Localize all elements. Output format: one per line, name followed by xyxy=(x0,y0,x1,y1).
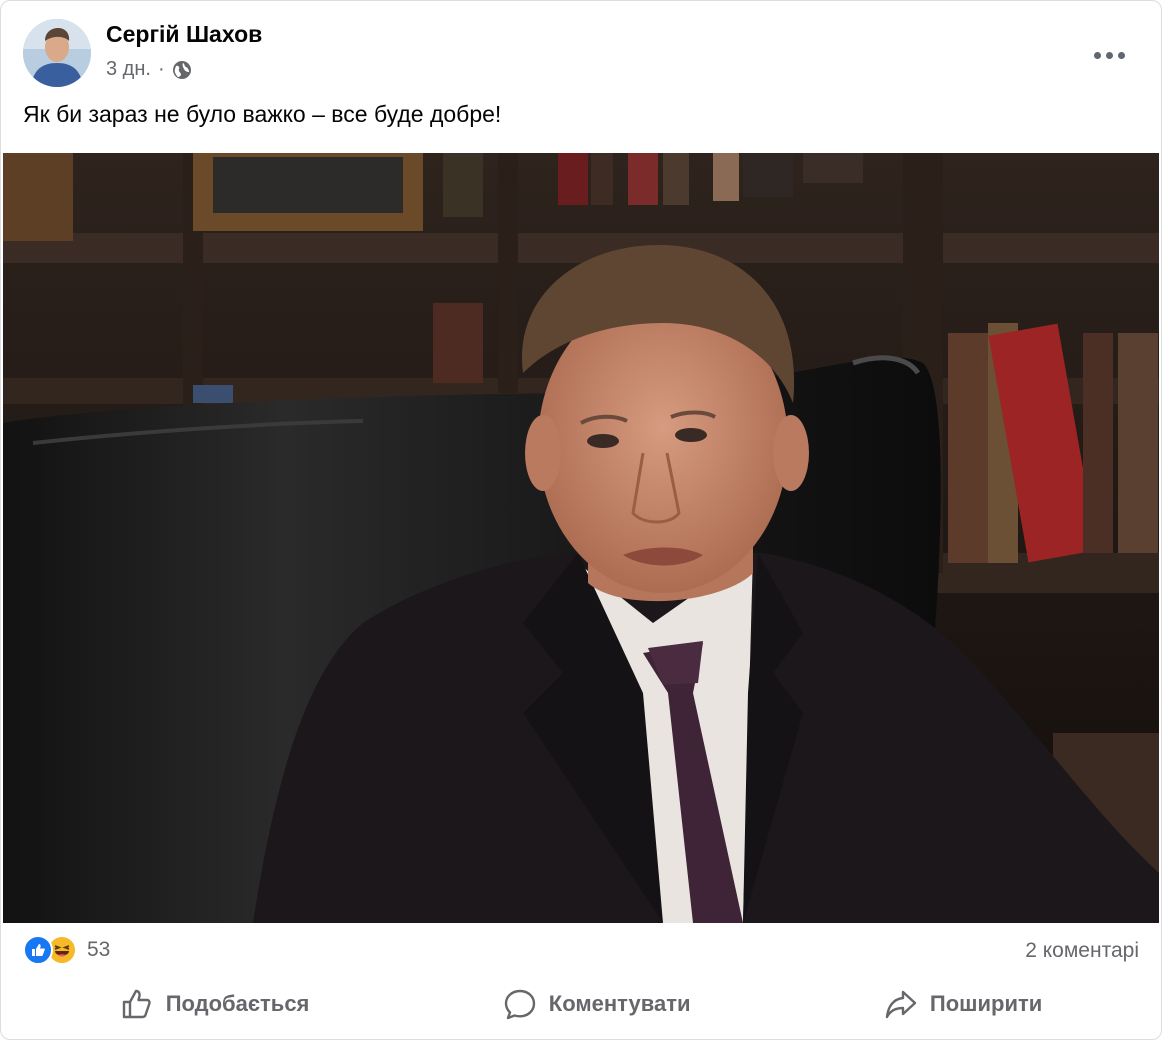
post-header: Сергій Шахов 3 дн. · xyxy=(23,19,1161,91)
share-icon xyxy=(885,990,917,1019)
reaction-count: 53 xyxy=(87,938,111,961)
reactions-summary[interactable]: 53 xyxy=(23,935,110,965)
share-label: Поширити xyxy=(929,991,1043,1016)
globe-icon[interactable] xyxy=(172,60,192,80)
post-time[interactable]: 3 дн. xyxy=(106,58,151,81)
more-dot xyxy=(1117,51,1125,59)
more-dot xyxy=(1093,51,1101,59)
more-options-button[interactable] xyxy=(1089,41,1129,69)
comment-button[interactable]: Коментувати xyxy=(475,979,719,1029)
author-name[interactable]: Сергій Шахов xyxy=(106,21,262,48)
like-button[interactable]: Подобається xyxy=(92,979,338,1029)
post-stats: 53 2 коментарі xyxy=(23,931,1139,971)
comment-label: Коментувати xyxy=(548,991,691,1016)
share-button[interactable]: Поширити xyxy=(856,979,1070,1029)
post-meta: 3 дн. · xyxy=(106,58,192,81)
post-card: Сергій Шахов 3 дн. · Як би зараз не було… xyxy=(0,0,1162,1040)
like-label: Подобається xyxy=(165,991,310,1016)
post-photo[interactable] xyxy=(3,153,1159,923)
meta-separator: · xyxy=(157,58,165,80)
more-dot xyxy=(1105,51,1113,59)
like-icon xyxy=(23,935,53,965)
comments-count[interactable]: 2 коментарі xyxy=(1025,939,1139,963)
author-avatar[interactable] xyxy=(23,19,91,87)
comment-icon xyxy=(504,989,535,1020)
post-actions: Подобається Коментувати Поширити xyxy=(23,977,1139,1031)
thumbs-up-icon xyxy=(122,989,151,1019)
post-text: Як би зараз не було важко – все буде доб… xyxy=(23,101,502,127)
